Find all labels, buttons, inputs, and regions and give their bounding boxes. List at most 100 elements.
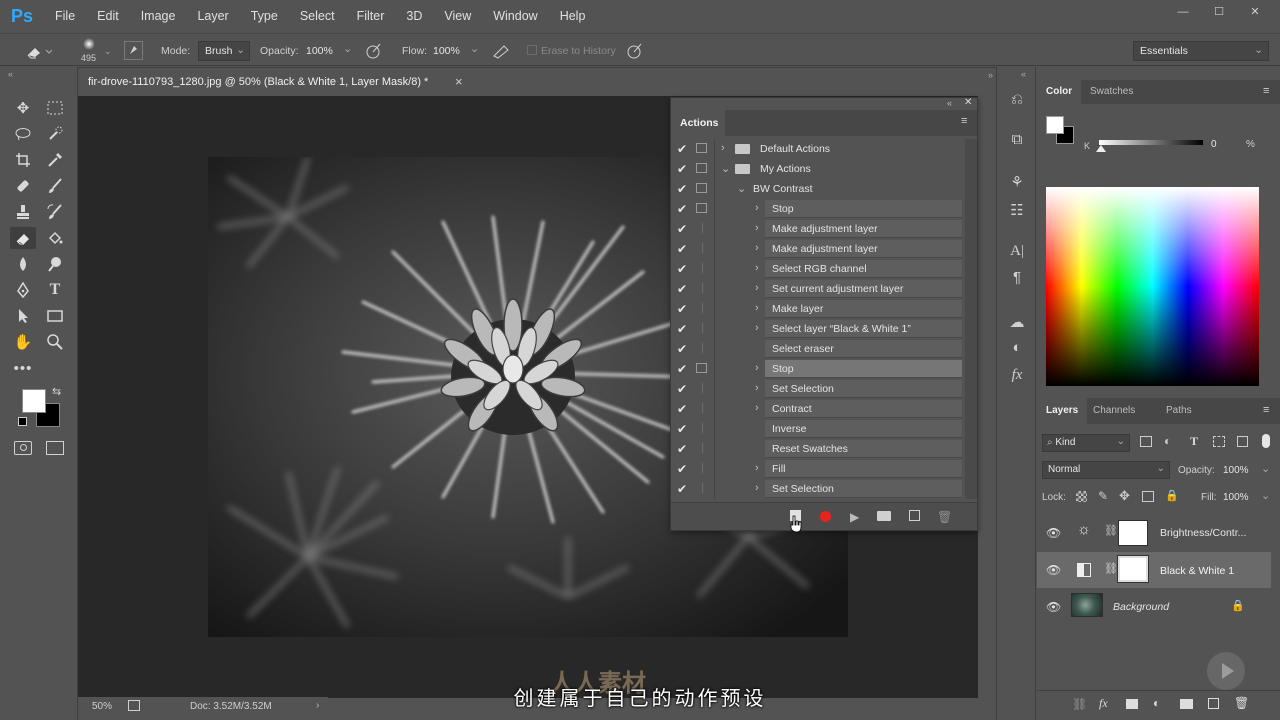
action-row[interactable]: ✔ ⌄ BW Contrast xyxy=(674,179,964,199)
chevron-right-icon[interactable]: › xyxy=(755,282,759,294)
dialog-toggle-icon[interactable] xyxy=(696,363,707,373)
styles-panel-icon[interactable]: fx xyxy=(1005,367,1029,389)
menu-type[interactable]: Type xyxy=(240,0,289,33)
chevron-right-icon[interactable]: › xyxy=(755,242,759,254)
action-row[interactable]: ✔ Reset Swatches xyxy=(674,439,964,459)
filter-shape-icon[interactable] xyxy=(1213,436,1225,447)
dialog-toggle-icon[interactable] xyxy=(702,323,713,333)
layer-mask-thumbnail[interactable] xyxy=(1117,555,1149,583)
action-row[interactable]: ✔ Inverse xyxy=(674,419,964,439)
chevron-right-icon[interactable]: › xyxy=(755,402,759,414)
document-tab[interactable]: fir-drove-1110793_1280.jpg @ 50% (Black … xyxy=(78,67,473,96)
history-panel-icon[interactable]: ⎌ xyxy=(1005,91,1029,113)
dialog-toggle-icon[interactable] xyxy=(702,443,713,453)
action-row[interactable]: ✔ › Make layer xyxy=(674,299,964,319)
filter-smart-object-icon[interactable] xyxy=(1237,436,1248,447)
dialog-toggle-icon[interactable] xyxy=(702,303,713,313)
mode-select[interactable]: Brush ⌄ xyxy=(198,41,250,61)
play-selection-icon[interactable]: ▶ xyxy=(850,510,859,524)
toggle-item-checkmark-icon[interactable]: ✔ xyxy=(677,382,691,396)
toggle-item-checkmark-icon[interactable]: ✔ xyxy=(677,362,691,376)
expand-panels-icon[interactable]: « xyxy=(1021,69,1026,79)
toggle-item-checkmark-icon[interactable]: ✔ xyxy=(677,322,691,336)
dialog-toggle-icon[interactable] xyxy=(696,183,707,193)
k-slider-track[interactable] xyxy=(1099,140,1203,145)
lock-transparent-pixels-icon[interactable] xyxy=(1076,491,1087,502)
layer-opacity-value[interactable]: 100% xyxy=(1223,465,1249,476)
tab-layers[interactable]: Layers xyxy=(1037,398,1088,424)
eraser-tool-preset-icon[interactable] xyxy=(22,41,53,61)
toggle-item-checkmark-icon[interactable]: ✔ xyxy=(677,222,691,236)
collapse-panel-icon[interactable]: « xyxy=(947,98,952,108)
dialog-toggle-icon[interactable] xyxy=(702,423,713,433)
action-row[interactable]: ✔ › Set current adjustment layer xyxy=(674,279,964,299)
toggle-item-checkmark-icon[interactable]: ✔ xyxy=(677,202,691,216)
tab-actions[interactable]: Actions xyxy=(671,110,725,136)
close-document-icon[interactable]: × xyxy=(455,74,463,89)
toggle-item-checkmark-icon[interactable]: ✔ xyxy=(677,342,691,356)
dialog-toggle-icon[interactable] xyxy=(702,243,713,253)
maximize-button[interactable]: ☐ xyxy=(1202,4,1236,20)
pen-tool-icon[interactable] xyxy=(10,279,36,301)
action-row[interactable]: ✔ ⌄ My Actions xyxy=(674,159,964,179)
menu-file[interactable]: File xyxy=(44,0,86,33)
dialog-toggle-icon[interactable] xyxy=(696,143,707,153)
action-row[interactable]: ✔ › Set Selection xyxy=(674,379,964,399)
action-row[interactable]: ✔ › Select RGB channel xyxy=(674,259,964,279)
brush-preset-icon[interactable] xyxy=(80,37,100,51)
chevron-right-icon[interactable]: › xyxy=(755,482,759,494)
chevron-right-icon[interactable]: › xyxy=(755,202,759,214)
close-window-button[interactable]: ✕ xyxy=(1238,4,1272,20)
fill-chevron-icon[interactable]: ⌄ xyxy=(1261,489,1270,502)
channel-value[interactable]: 0 xyxy=(1211,139,1217,150)
dialog-toggle-icon[interactable] xyxy=(702,383,713,393)
quick-mask-icon[interactable] xyxy=(14,441,32,455)
toggle-item-checkmark-icon[interactable]: ✔ xyxy=(677,162,691,176)
toggle-item-checkmark-icon[interactable]: ✔ xyxy=(677,482,691,496)
chevron-right-icon[interactable]: › xyxy=(755,222,759,234)
quick-selection-tool-icon[interactable] xyxy=(42,123,68,145)
menu-layer[interactable]: Layer xyxy=(186,0,239,33)
eyedropper-tool-icon[interactable] xyxy=(42,149,68,171)
chevron-right-icon[interactable]: › xyxy=(755,362,759,374)
libraries-panel-icon[interactable]: ☁ xyxy=(1005,313,1029,335)
rectangle-tool-icon[interactable] xyxy=(42,305,68,327)
action-row[interactable]: ✔ › Select layer “Black & White 1” xyxy=(674,319,964,339)
action-row[interactable]: ✔ › Make adjustment layer xyxy=(674,239,964,259)
action-row[interactable]: ✔ › Stop xyxy=(674,199,964,219)
action-row[interactable]: ✔ › Stop xyxy=(674,359,964,379)
collapse-panels-icon[interactable]: » xyxy=(988,70,993,80)
crop-tool-icon[interactable] xyxy=(10,149,36,171)
chevron-down-icon[interactable]: ⌄ xyxy=(721,162,730,175)
dodge-tool-icon[interactable] xyxy=(42,253,68,275)
k-slider-thumb[interactable] xyxy=(1096,145,1106,152)
character-panel-icon[interactable]: A| xyxy=(1005,243,1029,265)
action-row[interactable]: ✔ › Set Selection xyxy=(674,479,964,499)
color-panel-menu-icon[interactable]: ≡ xyxy=(1263,85,1269,97)
menu-3d[interactable]: 3D xyxy=(395,0,433,33)
menu-window[interactable]: Window xyxy=(482,0,548,33)
panel-menu-icon[interactable]: ≡ xyxy=(961,115,967,127)
marquee-tool-icon[interactable] xyxy=(42,97,68,119)
pressure-opacity-icon[interactable] xyxy=(364,41,384,61)
toggle-item-checkmark-icon[interactable]: ✔ xyxy=(677,262,691,276)
close-panel-icon[interactable]: ✕ xyxy=(964,97,972,108)
layer-name[interactable]: Background xyxy=(1113,601,1169,613)
menu-help[interactable]: Help xyxy=(549,0,597,33)
blend-mode-select[interactable]: Normal ⌄ xyxy=(1042,461,1170,479)
clone-stamp-tool-icon[interactable] xyxy=(10,201,36,223)
action-row[interactable]: ✔ › Fill xyxy=(674,459,964,479)
zoom-tool-icon[interactable] xyxy=(42,331,68,353)
filter-toggle-switch[interactable] xyxy=(1262,434,1270,448)
flow-value[interactable]: 100% xyxy=(433,45,460,57)
actions-scrollbar[interactable] xyxy=(965,139,977,499)
filter-type-icon[interactable]: T xyxy=(1190,434,1198,449)
toggle-item-checkmark-icon[interactable]: ✔ xyxy=(677,242,691,256)
toggle-item-checkmark-icon[interactable]: ✔ xyxy=(677,442,691,456)
chevron-down-icon[interactable]: ⌄ xyxy=(737,182,746,195)
paint-bucket-tool-icon[interactable] xyxy=(42,227,68,249)
more-tools-icon[interactable]: ••• xyxy=(10,357,36,379)
dialog-toggle-icon[interactable] xyxy=(702,263,713,273)
lasso-tool-icon[interactable] xyxy=(10,123,36,145)
record-icon[interactable] xyxy=(820,511,831,522)
